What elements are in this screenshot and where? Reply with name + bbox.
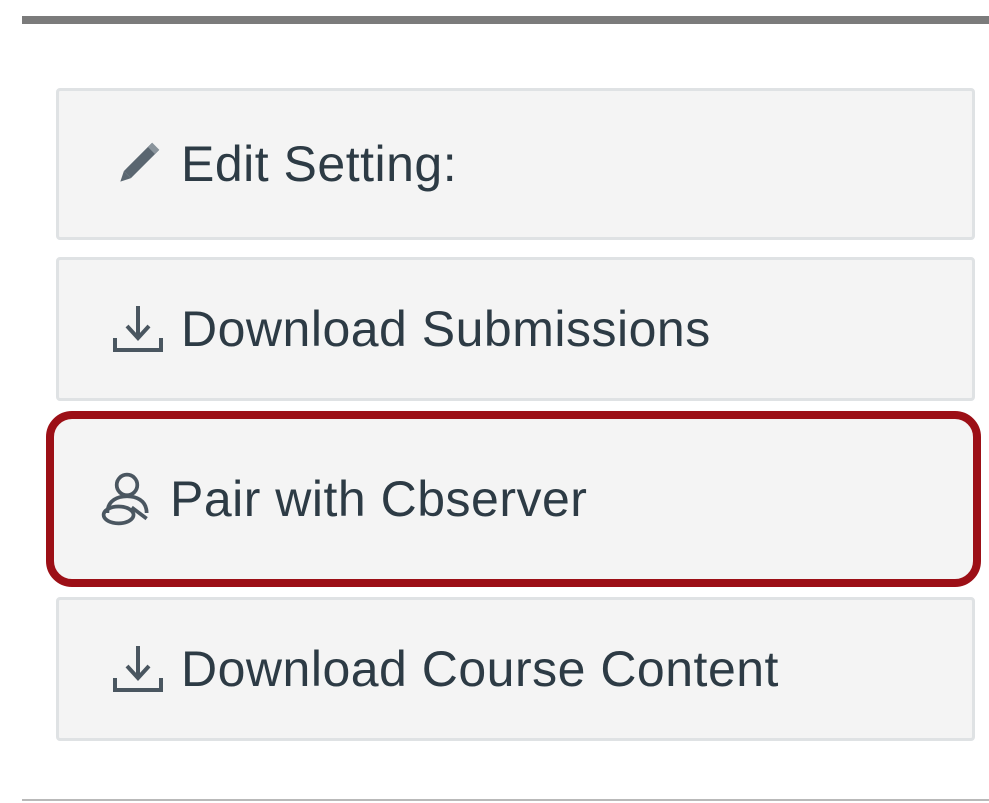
pair-with-observer-label: Pair with Cbserver bbox=[170, 471, 588, 527]
download-submissions-label: Download Submissions bbox=[181, 301, 711, 357]
download-submissions-button[interactable]: Download Submissions bbox=[56, 257, 975, 401]
download-course-content-button[interactable]: Download Course Content bbox=[56, 597, 975, 741]
top-divider bbox=[22, 16, 989, 24]
pair-with-observer-button[interactable]: Pair with Cbserver bbox=[54, 419, 973, 579]
pencil-icon bbox=[109, 135, 167, 193]
edit-settings-button[interactable]: Edit Setting: bbox=[56, 88, 975, 240]
bottom-divider bbox=[22, 799, 989, 801]
edit-settings-label: Edit Setting: bbox=[181, 136, 458, 192]
download-icon bbox=[109, 640, 167, 698]
observer-pair-icon bbox=[98, 470, 156, 528]
download-course-content-label: Download Course Content bbox=[181, 641, 779, 697]
download-icon bbox=[109, 300, 167, 358]
